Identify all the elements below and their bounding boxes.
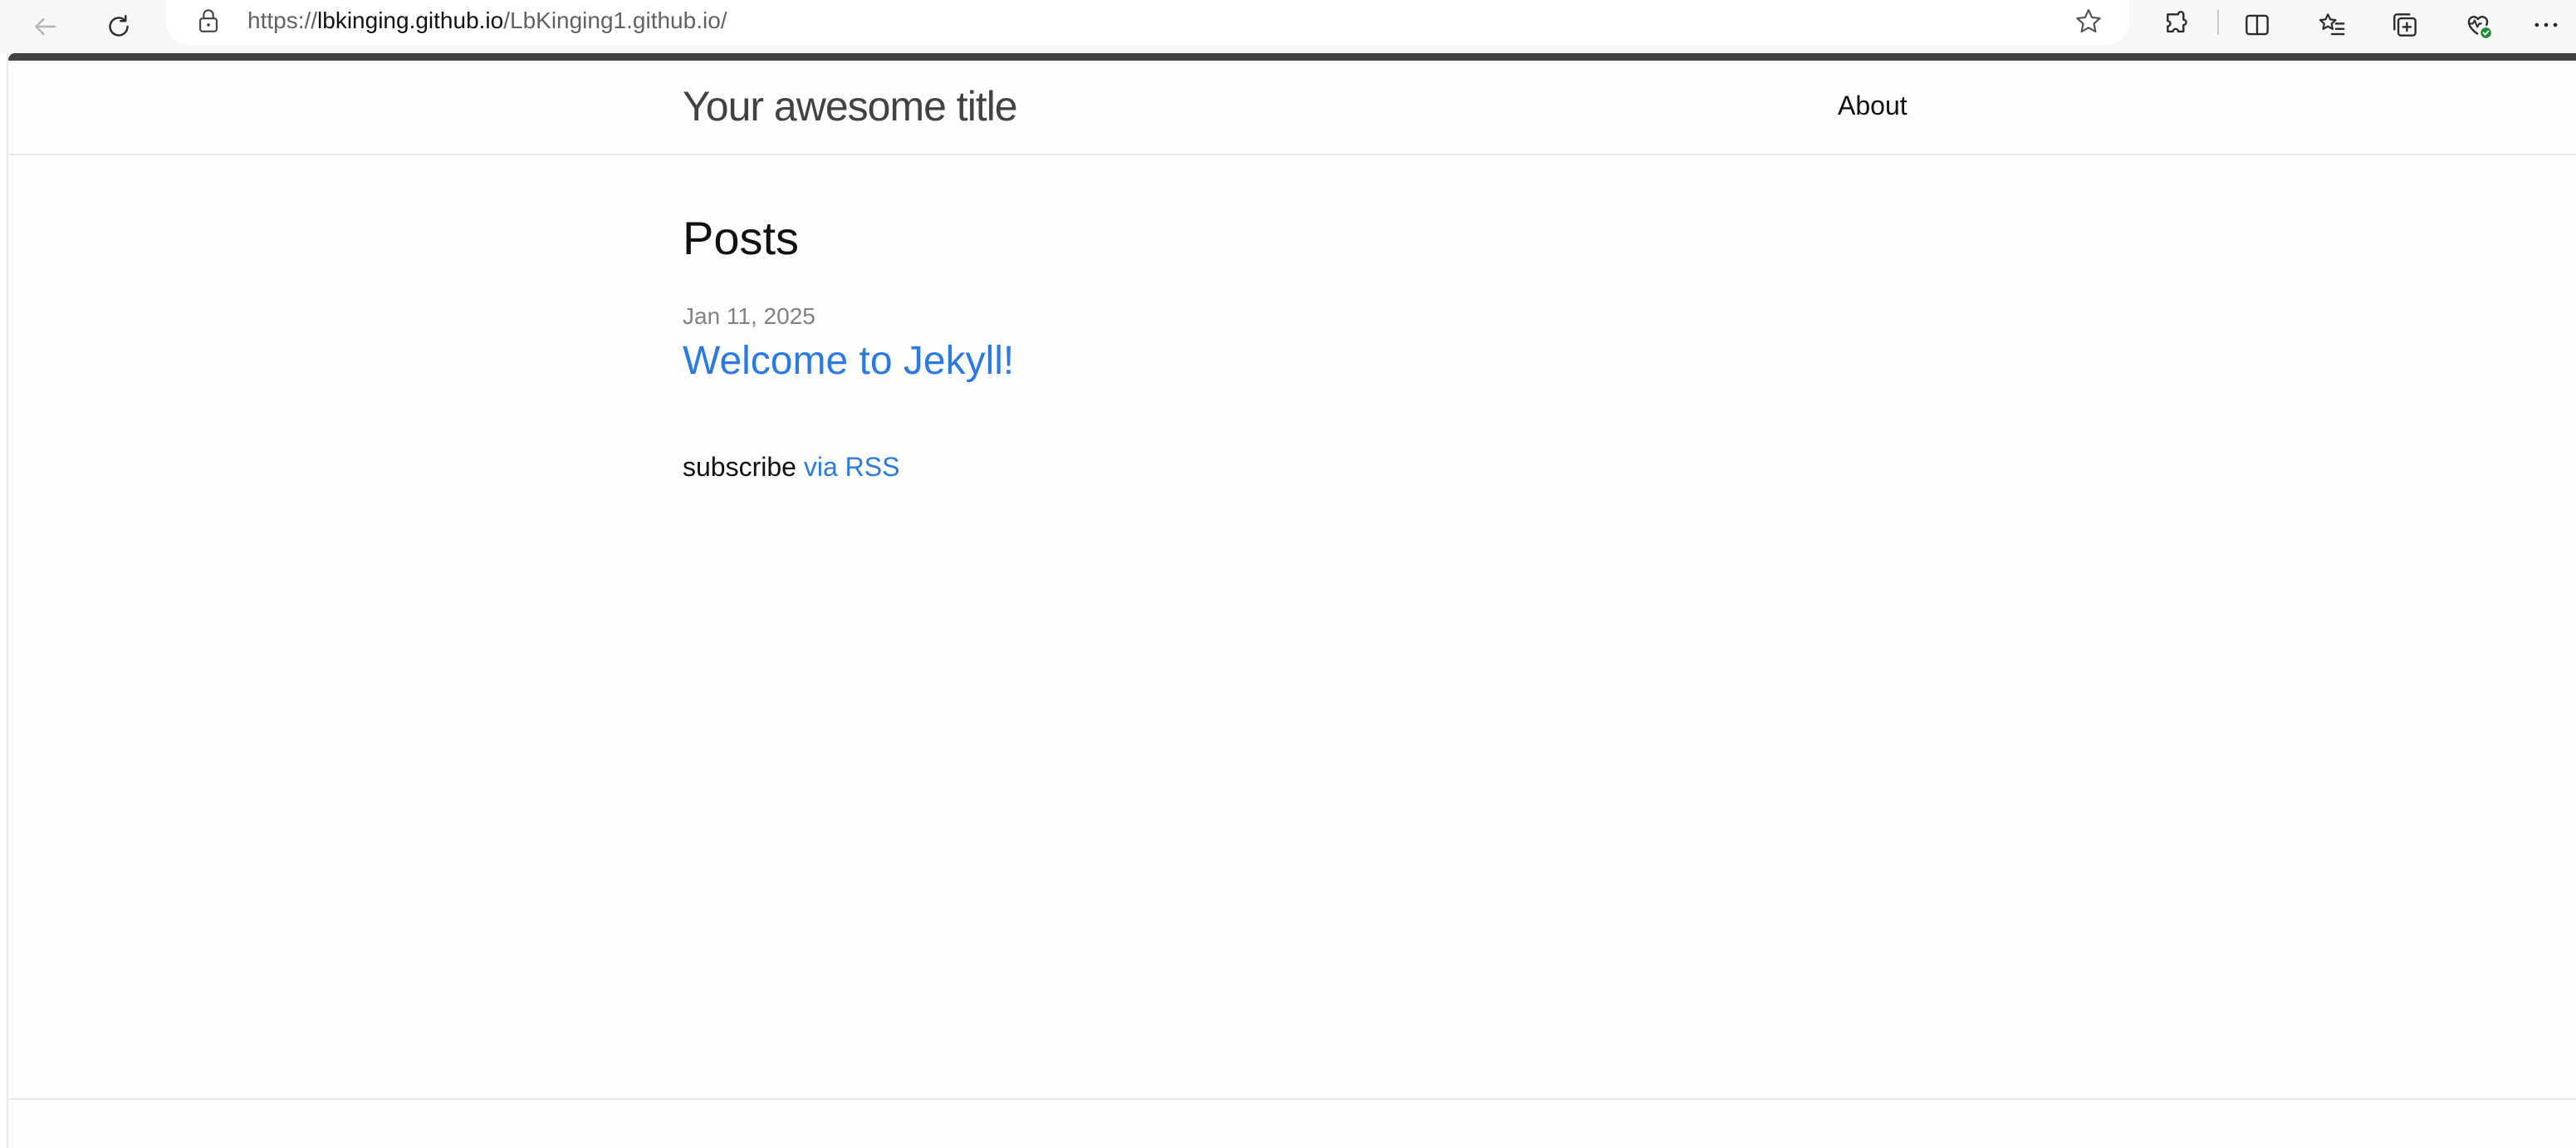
favorites-button[interactable] — [2310, 3, 2353, 47]
url-scheme: https:// — [247, 7, 318, 33]
url-host: lbkinging.github.io — [317, 7, 504, 33]
nav-link-about[interactable]: About — [1838, 89, 1908, 122]
header-top-stripe — [8, 53, 2576, 61]
address-bar[interactable]: https://lbkinging.github.io/LbKinging1.g… — [166, 0, 2129, 45]
collections-icon — [2393, 13, 2417, 37]
post-list-item: Jan 11, 2025 Welcome to Jekyll! — [683, 302, 1014, 385]
url-text[interactable]: https://lbkinging.github.io/LbKinging1.g… — [247, 7, 727, 35]
rss-subscribe: subscribe via RSS — [683, 450, 899, 483]
lock-icon[interactable] — [194, 7, 223, 35]
refresh-icon — [109, 15, 129, 37]
extensions-icon — [2167, 11, 2187, 33]
site-header: Your awesome title About — [8, 61, 2576, 155]
toolbar-divider — [2217, 10, 2219, 35]
post-title-link[interactable]: Welcome to Jekyll! — [683, 337, 1014, 385]
back-button[interactable] — [23, 5, 66, 48]
refresh-button[interactable] — [97, 5, 140, 48]
back-arrow-icon — [35, 17, 56, 36]
favorite-star-icon[interactable] — [2073, 6, 2104, 37]
browser-toolbar: https://lbkinging.github.io/LbKinging1.g… — [0, 0, 2576, 53]
post-list: Jan 11, 2025 Welcome to Jekyll! — [683, 302, 1014, 385]
split-screen-button[interactable] — [2236, 3, 2279, 47]
post-date: Jan 11, 2025 — [683, 303, 815, 329]
footer-divider — [8, 1098, 2576, 1100]
page-heading: Posts — [683, 212, 800, 264]
more-menu-button[interactable] — [2525, 3, 2568, 47]
rss-link[interactable]: via RSS — [804, 452, 900, 482]
rss-subscribe-label: subscribe — [683, 452, 796, 482]
collections-button[interactable] — [2383, 3, 2427, 47]
more-menu-icon — [2534, 22, 2558, 27]
url-path: /LbKinging1.github.io/ — [503, 7, 727, 33]
split-screen-icon — [2245, 14, 2269, 36]
favorites-icon — [2319, 13, 2345, 36]
site-title-link[interactable]: Your awesome title — [683, 81, 1018, 132]
page-viewport: Your awesome title About Posts Jan 11, 2… — [7, 53, 2576, 1148]
extensions-button[interactable] — [2157, 3, 2200, 47]
browser-essentials-button[interactable] — [2456, 3, 2500, 47]
browser-essentials-icon — [2467, 16, 2491, 38]
